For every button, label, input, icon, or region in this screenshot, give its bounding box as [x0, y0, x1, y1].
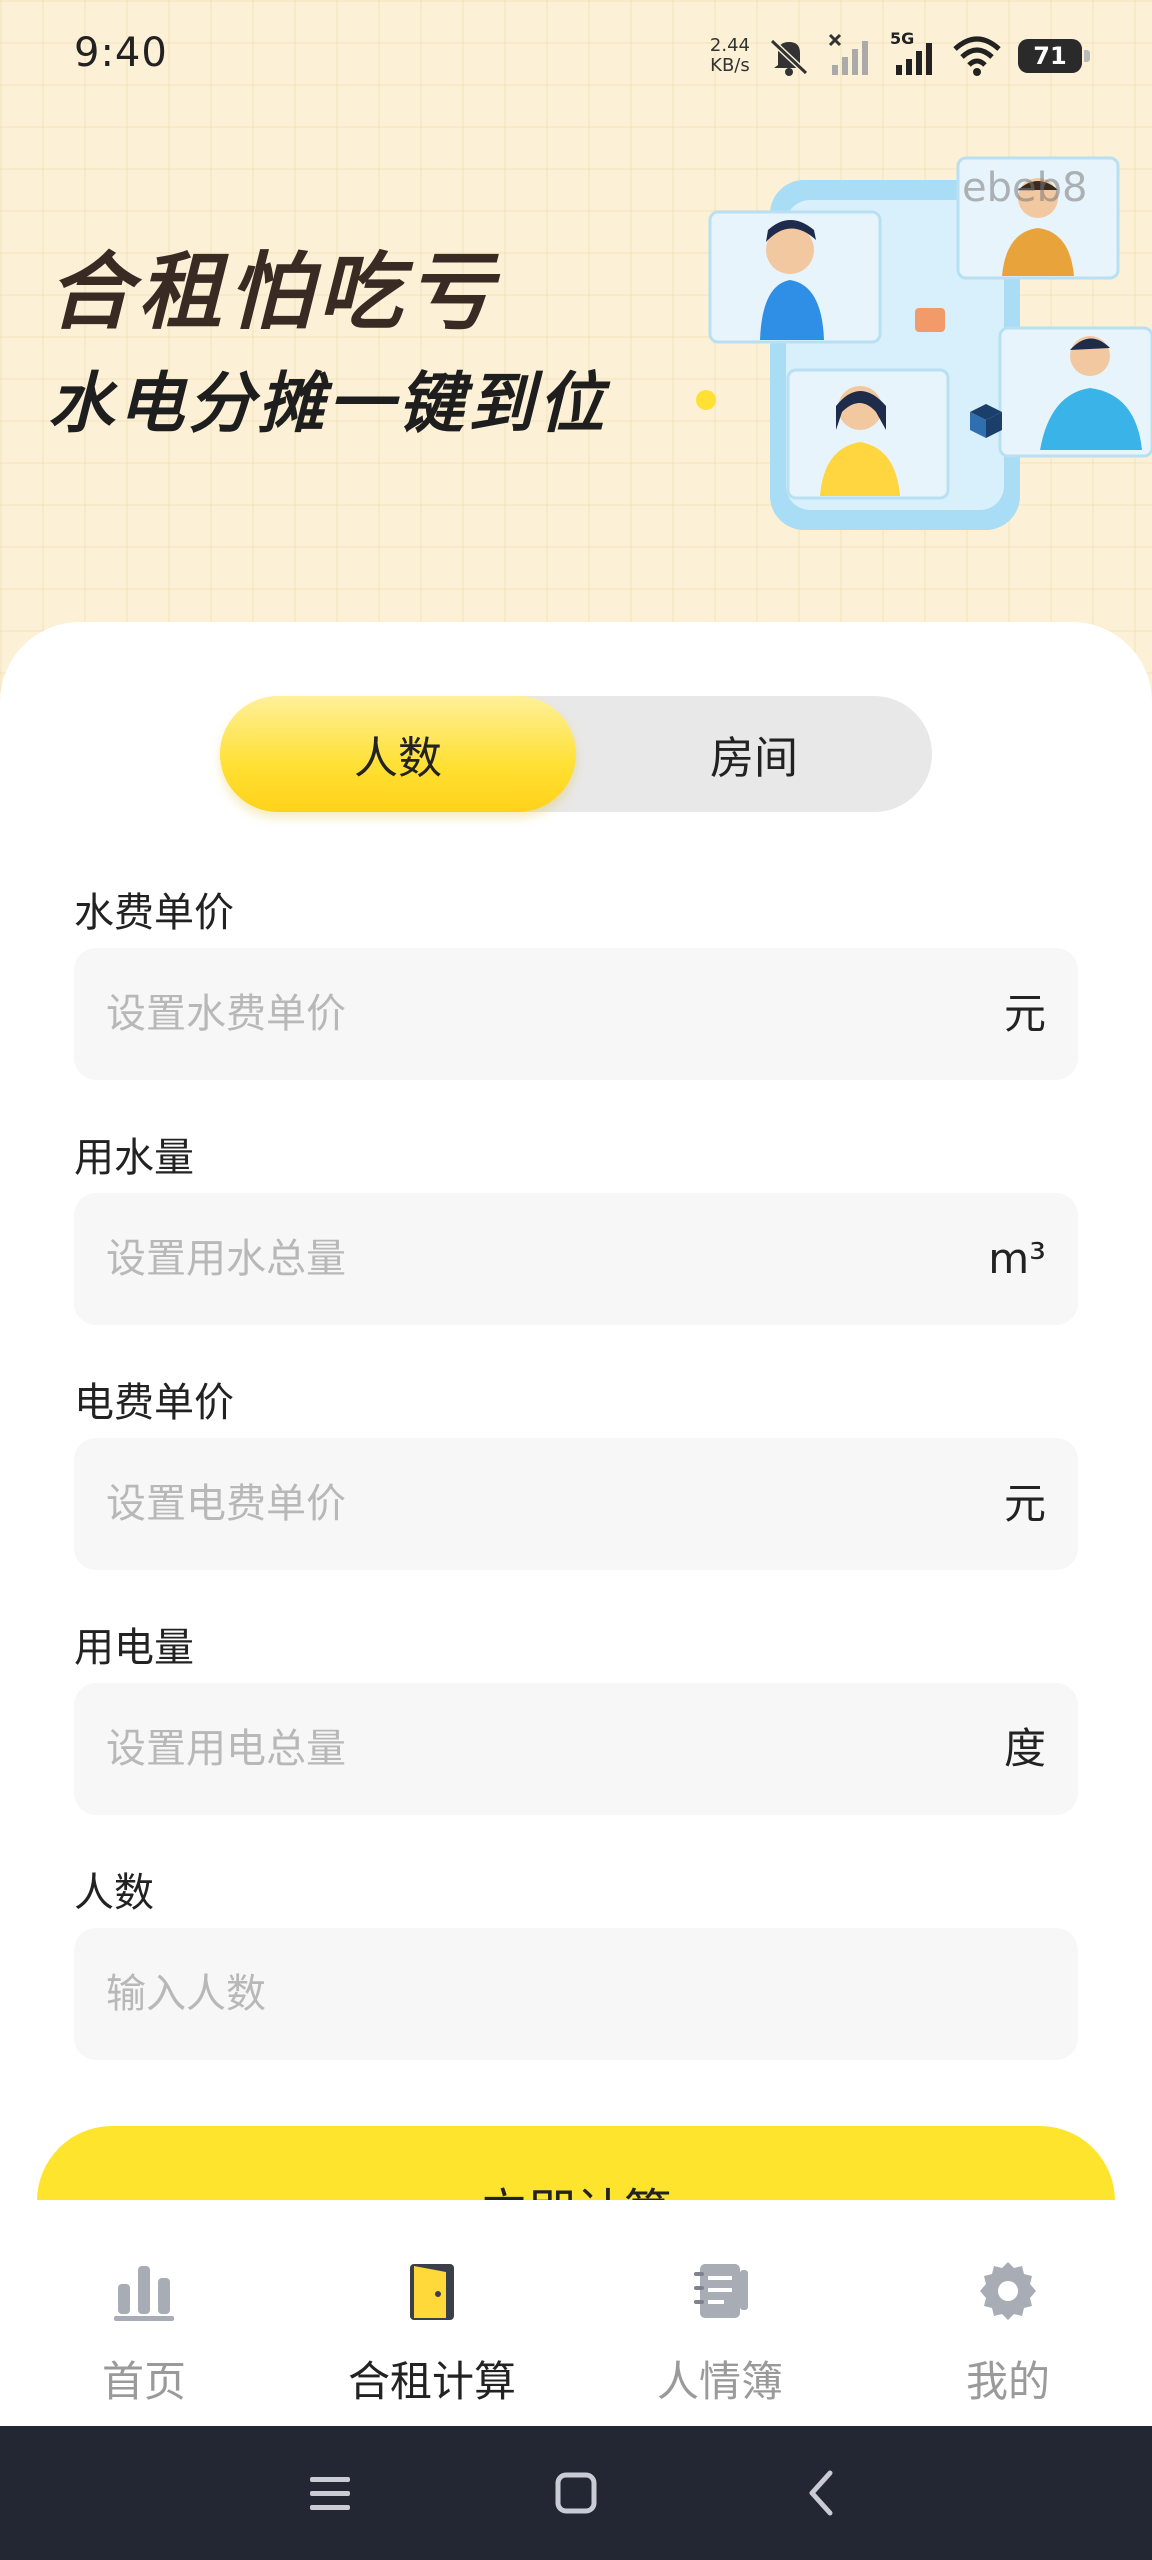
network-speed: 2.44 KB/s [710, 36, 750, 76]
banner-subtitle: 水电分摊一键到位 [48, 365, 608, 442]
water-price-unit: 元 [1003, 989, 1046, 1038]
electricity-usage-unit: 度 [1003, 1724, 1046, 1773]
menu-icon[interactable] [300, 2463, 360, 2523]
electricity-price-field[interactable]: 设置电费单价 元 [74, 1438, 1078, 1570]
people-count-field[interactable]: 输入人数 [74, 1928, 1078, 2060]
speed-unit: KB/s [710, 55, 750, 76]
water-usage-placeholder: 设置用水总量 [106, 1236, 346, 1282]
banner-title: 合租怕吃亏 [48, 243, 499, 341]
water-price-label: 水费单价 [74, 890, 234, 936]
tab-gift-book-label: 人情簿 [656, 2357, 783, 2406]
network-type: 5G [890, 29, 936, 79]
electricity-usage-label: 用电量 [74, 1625, 194, 1671]
water-usage-label: 用水量 [74, 1135, 194, 1181]
status-bar: 9:40 2.44 KB/s 5G 71 [0, 0, 1152, 110]
bar-chart-icon [114, 2266, 174, 2321]
watermark-text: ebeb8 [962, 165, 1088, 211]
tab-rent-calc[interactable]: 合租计算 [288, 2200, 576, 2426]
speed-value: 2.44 [709, 35, 750, 56]
electricity-price-placeholder: 设置电费单价 [106, 1481, 346, 1527]
toggle-option-people[interactable]: 人数 [220, 696, 576, 812]
tab-home[interactable]: 首页 [0, 2200, 288, 2426]
water-usage-field[interactable]: 设置用水总量 m³ [74, 1193, 1078, 1325]
tab-home-label: 首页 [101, 2357, 186, 2406]
battery-indicator: 71 [1018, 39, 1090, 73]
electricity-price-unit: 元 [1003, 1479, 1046, 1528]
toggle-option-room[interactable]: 房间 [576, 696, 932, 812]
signal-icon [896, 43, 932, 75]
tab-mine-label: 我的 [965, 2357, 1050, 2406]
water-price-placeholder: 设置水费单价 [106, 991, 346, 1037]
electricity-usage-placeholder: 设置用电总量 [106, 1726, 346, 1772]
electricity-price-label: 电费单价 [74, 1380, 234, 1426]
water-usage-unit: m³ [988, 1234, 1046, 1283]
system-nav-bar [0, 2426, 1152, 2560]
tab-rent-calc-label: 合租计算 [347, 2357, 516, 2406]
people-count-placeholder: 输入人数 [106, 1971, 266, 2017]
water-price-field[interactable]: 设置水费单价 元 [74, 948, 1078, 1080]
door-icon [410, 2264, 454, 2320]
home-icon[interactable] [546, 2463, 606, 2523]
status-time: 9:40 [74, 30, 168, 76]
tab-gift-book[interactable]: 人情簿 [576, 2200, 864, 2426]
bottom-tab-bar: 首页 合租计算 人情簿 我的 [0, 2200, 1152, 2426]
wifi-icon [953, 36, 1001, 76]
back-icon[interactable] [792, 2463, 852, 2523]
signal-off-icon [828, 33, 868, 75]
electricity-usage-field[interactable]: 设置用电总量 度 [74, 1683, 1078, 1815]
people-count-label: 人数 [74, 1870, 154, 1916]
status-icons: 2.44 KB/s 5G 71 [710, 28, 1090, 84]
gear-icon [980, 2262, 1036, 2320]
tab-mine[interactable]: 我的 [864, 2200, 1152, 2426]
mute-bell-icon [769, 38, 809, 76]
notebook-icon [694, 2264, 748, 2318]
hero-banner: 9:40 2.44 KB/s 5G 71 合租怕吃亏 水电分摊一键到位 ebeb… [0, 0, 1152, 700]
mode-toggle: 人数 房间 [220, 696, 932, 812]
